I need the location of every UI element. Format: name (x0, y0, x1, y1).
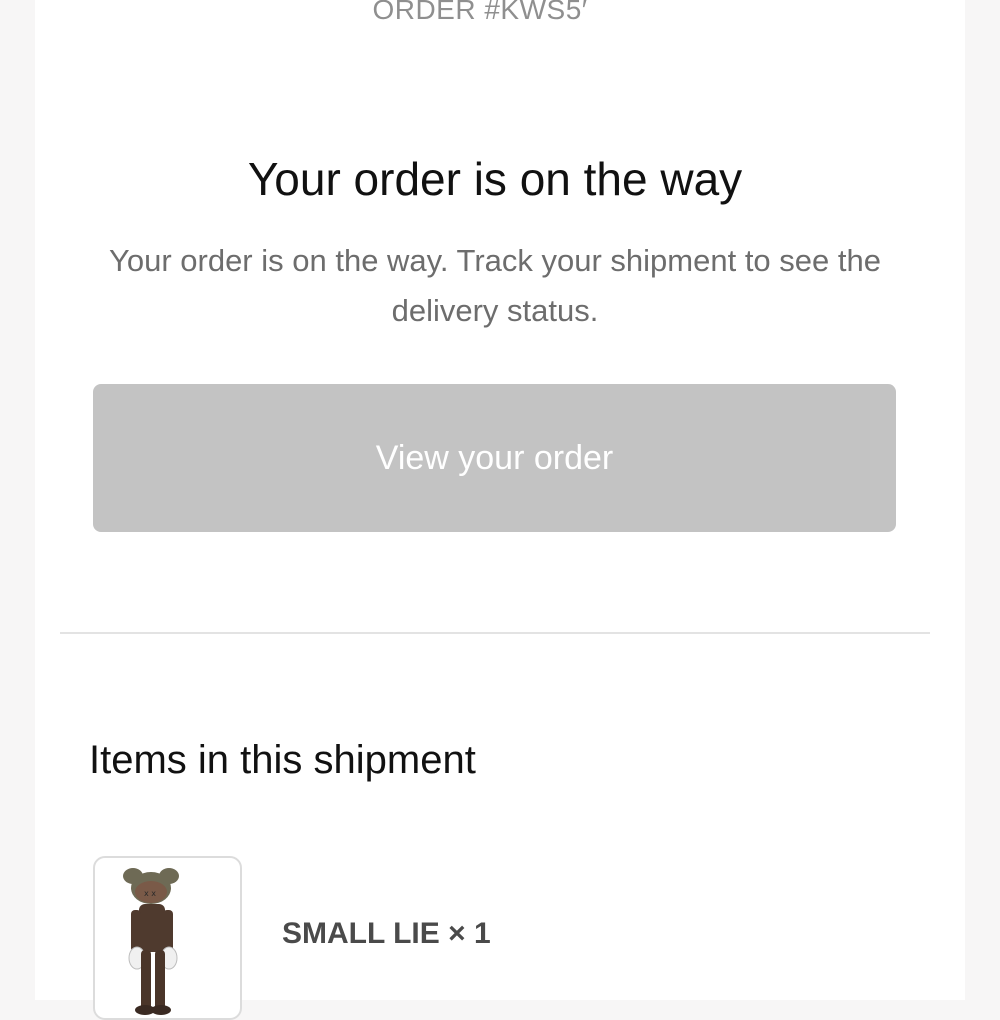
item-thumbnail[interactable]: x x (93, 856, 242, 1020)
view-order-button[interactable]: View your order (93, 384, 896, 532)
svg-text:x x: x x (144, 889, 156, 898)
figure-thumbnail-icon: x x (123, 868, 179, 1015)
view-order-button-label: View your order (375, 438, 614, 477)
status-message: Your order is on the way. Track your shi… (109, 243, 881, 328)
item-quantity: × 1 (448, 917, 491, 950)
shipment-section-title: Items in this shipment (89, 738, 476, 782)
order-number: ORDER #KWS5′ (0, 0, 1000, 26)
section-divider (60, 632, 930, 634)
order-number-text: ORDER #KWS5′ (372, 0, 588, 25)
item-name-text: SMALL LIE (282, 917, 440, 950)
page-title: Your order is on the way (247, 153, 743, 205)
item-name: SMALL LIE × 1 (282, 914, 491, 954)
